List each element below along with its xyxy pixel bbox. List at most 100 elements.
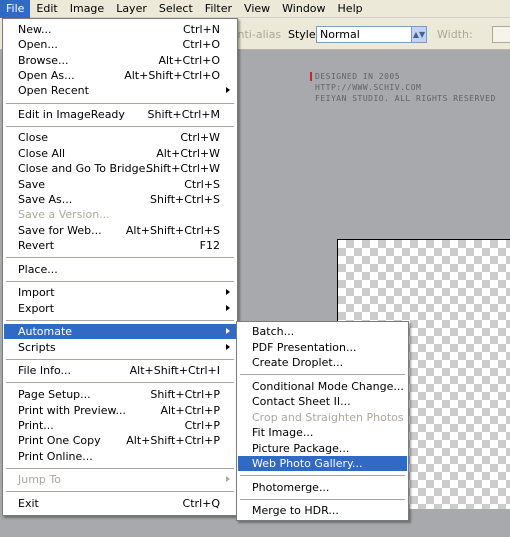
menu-item-save-for-web[interactable]: Save for Web... Alt+Shift+Ctrl+S bbox=[4, 223, 236, 238]
menu-layer[interactable]: Layer bbox=[110, 0, 153, 18]
menu-item-save-a-version: Save a Version... bbox=[4, 207, 236, 222]
menu-item-edit-in-imageready[interactable]: Edit in ImageReady Shift+Ctrl+M bbox=[4, 107, 236, 122]
menu-item-pdf-presentation[interactable]: PDF Presentation... bbox=[238, 340, 407, 355]
menu-item-shortcut: Ctrl+O bbox=[182, 38, 220, 51]
menu-window[interactable]: Window bbox=[276, 0, 331, 18]
menu-item-contact-sheet[interactable]: Contact Sheet II... bbox=[238, 394, 407, 409]
menu-item-label: Photomerge... bbox=[252, 481, 330, 494]
submenu-arrow-icon bbox=[226, 289, 230, 295]
menu-item-label: Edit in ImageReady bbox=[18, 108, 125, 121]
menu-item-scripts[interactable]: Scripts bbox=[4, 340, 236, 355]
menu-item-conditional-mode-change[interactable]: Conditional Mode Change... bbox=[238, 379, 407, 394]
menu-item-revert[interactable]: Revert F12 bbox=[4, 238, 236, 253]
menu-item-shortcut: Ctrl+S bbox=[184, 178, 220, 191]
menu-item-shortcut: Shift+Ctrl+P bbox=[150, 388, 220, 401]
menu-item-label: Web Photo Gallery... bbox=[252, 457, 363, 470]
menu-item-new[interactable]: New... Ctrl+N bbox=[4, 22, 236, 37]
menu-item-shortcut: Ctrl+N bbox=[182, 23, 220, 36]
menu-separator bbox=[6, 103, 234, 104]
menu-item-label: Close All bbox=[18, 147, 66, 160]
menu-item-place[interactable]: Place... bbox=[4, 262, 236, 277]
dropdown-arrow-icon[interactable]: ▲▼ bbox=[411, 27, 426, 42]
menu-item-picture-package[interactable]: Picture Package... bbox=[238, 441, 407, 456]
menu-item-shortcut: Shift+Ctrl+W bbox=[146, 162, 220, 175]
menu-item-open-as[interactable]: Open As... Alt+Shift+Ctrl+O bbox=[4, 68, 236, 83]
automate-submenu: Batch... PDF Presentation... Create Drop… bbox=[236, 321, 409, 521]
menu-item-label: Export bbox=[18, 302, 55, 315]
menu-item-label: Print One Copy bbox=[18, 434, 101, 447]
menu-item-shortcut: Alt+Shift+Ctrl+S bbox=[125, 224, 220, 237]
watermark-line-2: FEIYAN STUDIO. ALL RIGHTS RESERVED bbox=[315, 94, 496, 103]
menu-bar: File Edit Image Layer Select Filter View… bbox=[0, 0, 510, 18]
menu-item-label: Exit bbox=[18, 497, 39, 510]
menu-item-label: Print... bbox=[18, 419, 54, 432]
menu-item-browse[interactable]: Browse... Alt+Ctrl+O bbox=[4, 53, 236, 68]
menu-item-open-recent[interactable]: Open Recent bbox=[4, 83, 236, 98]
menu-item-web-photo-gallery[interactable]: Web Photo Gallery... bbox=[238, 456, 407, 471]
menu-item-shortcut: Shift+Ctrl+M bbox=[147, 108, 221, 121]
menu-item-page-setup[interactable]: Page Setup... Shift+Ctrl+P bbox=[4, 387, 236, 402]
menu-item-label: Contact Sheet II... bbox=[252, 395, 351, 408]
menu-item-close-all[interactable]: Close All Alt+Ctrl+W bbox=[4, 146, 236, 161]
menu-item-open[interactable]: Open... Ctrl+O bbox=[4, 37, 236, 52]
width-input[interactable] bbox=[492, 26, 510, 43]
menu-item-shortcut: Alt+Ctrl+O bbox=[158, 54, 220, 67]
menu-item-photomerge[interactable]: Photomerge... bbox=[238, 480, 407, 495]
menu-item-label: Create Droplet... bbox=[252, 356, 344, 369]
style-select[interactable]: Normal ▲▼ bbox=[316, 26, 427, 43]
menu-item-print-online[interactable]: Print Online... bbox=[4, 449, 236, 464]
menu-item-label: Print with Preview... bbox=[18, 404, 126, 417]
menu-item-label: Close and Go To Bridge... bbox=[18, 162, 156, 175]
menu-item-close-and-go-to-bridge[interactable]: Close and Go To Bridge... Shift+Ctrl+W bbox=[4, 161, 236, 176]
menu-item-print-one-copy[interactable]: Print One Copy Alt+Shift+Ctrl+P bbox=[4, 433, 236, 448]
menu-item-shortcut: Alt+Ctrl+P bbox=[160, 404, 220, 417]
menu-item-close[interactable]: Close Ctrl+W bbox=[4, 130, 236, 145]
submenu-arrow-icon bbox=[226, 328, 230, 334]
menu-separator bbox=[6, 257, 234, 258]
menu-file[interactable]: File bbox=[0, 0, 31, 18]
menu-item-label: Place... bbox=[18, 263, 58, 276]
menu-item-shortcut: Ctrl+W bbox=[180, 131, 220, 144]
menu-item-shortcut: Alt+Shift+Ctrl+I bbox=[129, 364, 220, 377]
menu-filter[interactable]: Filter bbox=[199, 0, 238, 18]
menu-item-label: Page Setup... bbox=[18, 388, 91, 401]
menu-item-label: Save for Web... bbox=[18, 224, 102, 237]
menu-item-save[interactable]: Save Ctrl+S bbox=[4, 177, 236, 192]
menu-item-batch[interactable]: Batch... bbox=[238, 324, 407, 339]
menu-item-create-droplet[interactable]: Create Droplet... bbox=[238, 355, 407, 370]
menu-item-file-info[interactable]: File Info... Alt+Shift+Ctrl+I bbox=[4, 363, 236, 378]
menu-item-label: Open Recent bbox=[18, 84, 89, 97]
menu-item-fit-image[interactable]: Fit Image... bbox=[238, 425, 407, 440]
menu-item-print-with-preview[interactable]: Print with Preview... Alt+Ctrl+P bbox=[4, 403, 236, 418]
menu-separator bbox=[6, 281, 234, 282]
menu-edit[interactable]: Edit bbox=[30, 0, 63, 18]
menu-separator bbox=[240, 499, 405, 500]
menu-item-import[interactable]: Import bbox=[4, 285, 236, 300]
menu-select[interactable]: Select bbox=[153, 0, 199, 18]
menu-item-shortcut: F12 bbox=[199, 239, 220, 252]
submenu-arrow-icon bbox=[226, 87, 230, 93]
menu-item-print[interactable]: Print... Ctrl+P bbox=[4, 418, 236, 433]
menu-separator bbox=[240, 374, 405, 375]
submenu-arrow-icon bbox=[226, 344, 230, 350]
menu-item-exit[interactable]: Exit Ctrl+Q bbox=[4, 496, 236, 511]
menu-item-export[interactable]: Export bbox=[4, 301, 236, 316]
menu-item-automate[interactable]: Automate bbox=[4, 324, 236, 339]
menu-item-shortcut: Ctrl+Q bbox=[182, 497, 220, 510]
menu-item-label: Automate bbox=[18, 325, 73, 338]
menu-view[interactable]: View bbox=[238, 0, 276, 18]
menu-item-label: New... bbox=[18, 23, 52, 36]
menu-item-merge-to-hdr[interactable]: Merge to HDR... bbox=[238, 503, 407, 518]
watermark: DESIGNED IN 2005 HTTP://WWW.SCHIV.COM FE… bbox=[310, 71, 510, 104]
submenu-arrow-icon bbox=[226, 476, 230, 482]
menu-item-label: Scripts bbox=[18, 341, 56, 354]
menu-item-shortcut: Alt+Ctrl+W bbox=[156, 147, 220, 160]
menu-image[interactable]: Image bbox=[64, 0, 110, 18]
menu-item-label: Revert bbox=[18, 239, 55, 252]
menu-item-label: Crop and Straighten Photos bbox=[252, 411, 404, 424]
style-select-value: Normal bbox=[320, 28, 360, 41]
menu-help[interactable]: Help bbox=[332, 0, 369, 18]
menu-item-label: Merge to HDR... bbox=[252, 504, 339, 517]
menu-item-label: Save a Version... bbox=[18, 208, 110, 221]
menu-item-save-as[interactable]: Save As... Shift+Ctrl+S bbox=[4, 192, 236, 207]
